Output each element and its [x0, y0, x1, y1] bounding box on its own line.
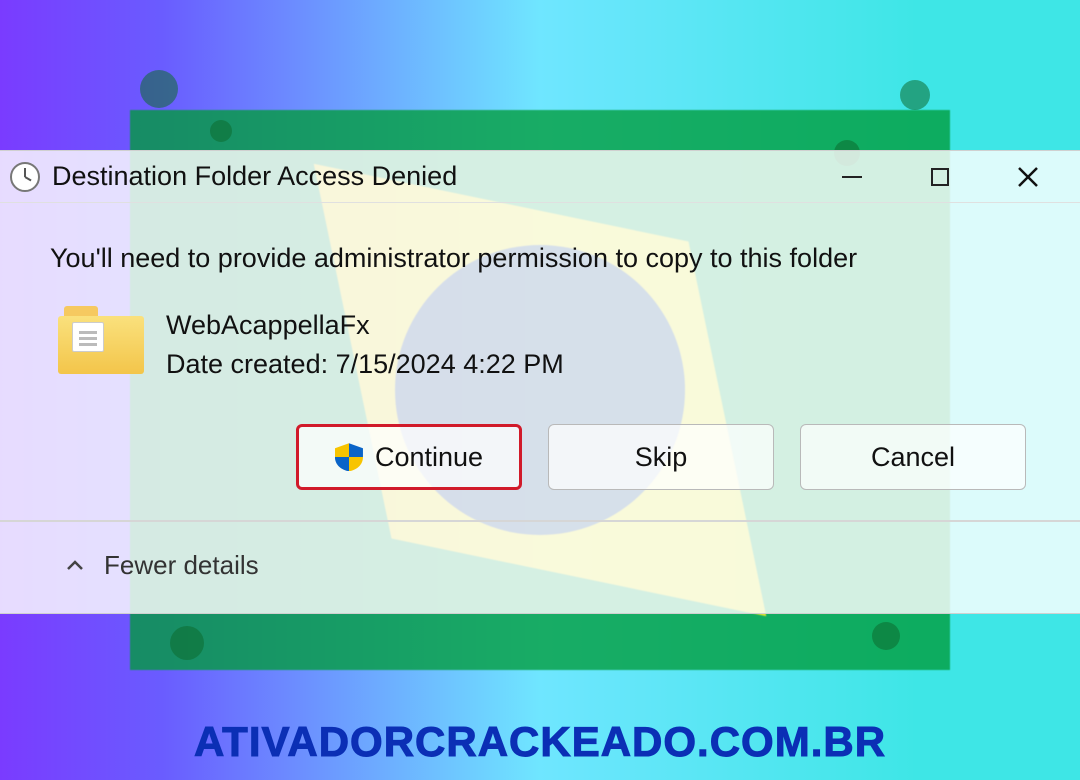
cancel-button[interactable]: Cancel — [800, 424, 1026, 490]
continue-button-label: Continue — [375, 442, 483, 473]
skip-button[interactable]: Skip — [548, 424, 774, 490]
clock-icon — [10, 162, 40, 192]
dialog-titlebar: Destination Folder Access Denied — [0, 151, 1080, 203]
uac-shield-icon — [335, 443, 363, 471]
continue-button[interactable]: Continue — [296, 424, 522, 490]
paint-splat — [210, 120, 232, 142]
access-denied-dialog: Destination Folder Access Denied You'll … — [0, 150, 1080, 614]
skip-button-label: Skip — [635, 442, 688, 473]
details-toggle-label: Fewer details — [104, 550, 259, 581]
maximize-button[interactable] — [920, 157, 960, 197]
window-controls — [832, 157, 1048, 197]
target-folder-date: Date created: 7/15/2024 4:22 PM — [166, 345, 564, 384]
target-folder-name: WebAcappellaFx — [166, 306, 564, 345]
close-button[interactable] — [1008, 157, 1048, 197]
target-folder-text: WebAcappellaFx Date created: 7/15/2024 4… — [166, 306, 564, 384]
minimize-button[interactable] — [832, 157, 872, 197]
cancel-button-label: Cancel — [871, 442, 955, 473]
permission-message: You'll need to provide administrator per… — [50, 243, 1030, 274]
paint-splat — [140, 70, 178, 108]
paint-splat — [170, 626, 204, 660]
folder-icon — [58, 306, 144, 374]
details-toggle-row[interactable]: Fewer details — [0, 520, 1080, 613]
dialog-title: Destination Folder Access Denied — [52, 161, 832, 192]
watermark-text: ATIVADORCRACKEADO.COM.BR — [194, 718, 886, 766]
target-folder-row: WebAcappellaFx Date created: 7/15/2024 4… — [58, 306, 1030, 384]
dialog-body: You'll need to provide administrator per… — [0, 203, 1080, 520]
chevron-up-icon — [64, 555, 86, 577]
paint-splat — [900, 80, 930, 110]
button-row: Continue Skip Cancel — [50, 424, 1026, 490]
paint-splat — [872, 622, 900, 650]
